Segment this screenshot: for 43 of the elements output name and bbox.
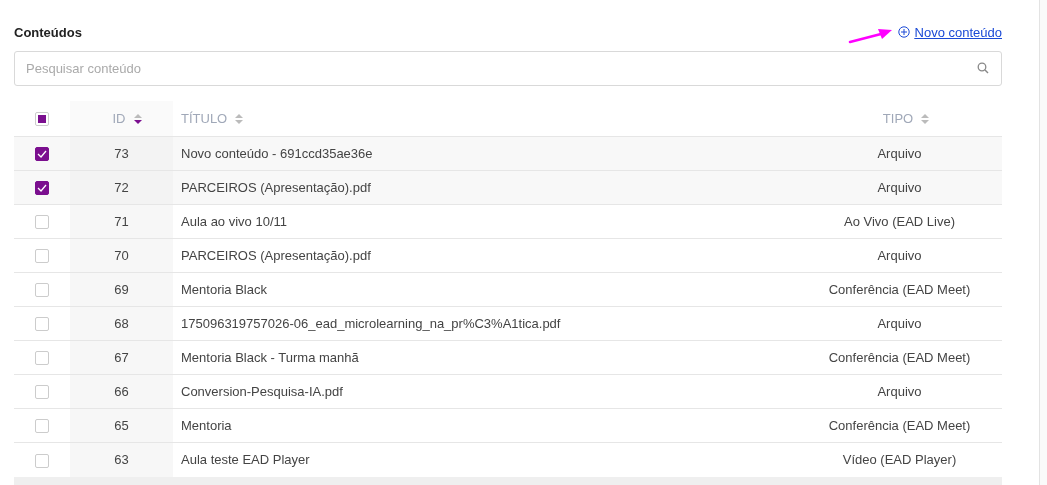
section-title: Conteúdos xyxy=(14,24,82,40)
title-cell: Mentoria Black - Turma manhã xyxy=(181,350,359,365)
add-icon xyxy=(897,26,910,38)
type-cell: Arquivo xyxy=(877,248,922,263)
checkbox[interactable] xyxy=(35,147,49,162)
column-header[interactable]: TÍTULO xyxy=(181,111,228,126)
id-cell: 66 xyxy=(114,384,129,399)
annotation-arrow xyxy=(848,28,892,44)
scrollbar[interactable] xyxy=(1039,0,1047,485)
search-field[interactable]: Pesquisar conteúdo xyxy=(14,51,1002,86)
checkbox[interactable] xyxy=(35,181,49,196)
id-cell: 73 xyxy=(114,146,129,161)
title-cell: PARCEIROS (Apresentação).pdf xyxy=(181,180,371,195)
id-cell: 67 xyxy=(114,350,129,365)
id-cell: 70 xyxy=(114,248,129,263)
sort-icon[interactable] xyxy=(133,112,142,125)
id-cell: 65 xyxy=(114,418,129,433)
search-icon xyxy=(977,62,989,74)
id-cell: 72 xyxy=(114,180,129,195)
type-cell: Conferência (EAD Meet) xyxy=(828,282,971,297)
type-cell: Arquivo xyxy=(877,146,922,161)
title-cell: 175096319757026-06_ead_microlearning_na_pr%C3%A1tica.pdf xyxy=(181,316,561,331)
type-cell: Vídeo (EAD Player) xyxy=(842,452,957,468)
title-cell: Mentoria xyxy=(181,418,232,433)
title-cell: Novo conteúdo - 691ccd35ae36e xyxy=(181,146,373,161)
id-cell: 71 xyxy=(114,214,129,229)
title-cell: Mentoria Black xyxy=(181,282,267,297)
type-cell: Arquivo xyxy=(877,180,922,195)
id-cell: 68 xyxy=(114,316,129,331)
id-cell: 63 xyxy=(114,452,129,468)
type-cell: Ao Vivo (EAD Live) xyxy=(844,214,955,229)
type-cell: Arquivo xyxy=(877,316,922,331)
new-content-link[interactable]: Novo conteúdo xyxy=(897,24,1002,40)
id-cell: 69 xyxy=(114,282,129,297)
title-cell: PARCEIROS (Apresentação).pdf xyxy=(181,248,371,263)
type-cell: Conferência (EAD Meet) xyxy=(828,350,971,365)
column-header[interactable]: TIPO xyxy=(882,111,914,126)
column-header[interactable]: ID xyxy=(112,111,126,126)
type-cell: Conferência (EAD Meet) xyxy=(828,418,971,433)
type-cell: Arquivo xyxy=(877,384,922,399)
title-cell: Conversion-Pesquisa-IA.pdf xyxy=(181,384,343,399)
title-cell: Aula ao vivo 10/11 xyxy=(181,214,287,229)
title-cell: Aula teste EAD Player xyxy=(181,452,310,468)
